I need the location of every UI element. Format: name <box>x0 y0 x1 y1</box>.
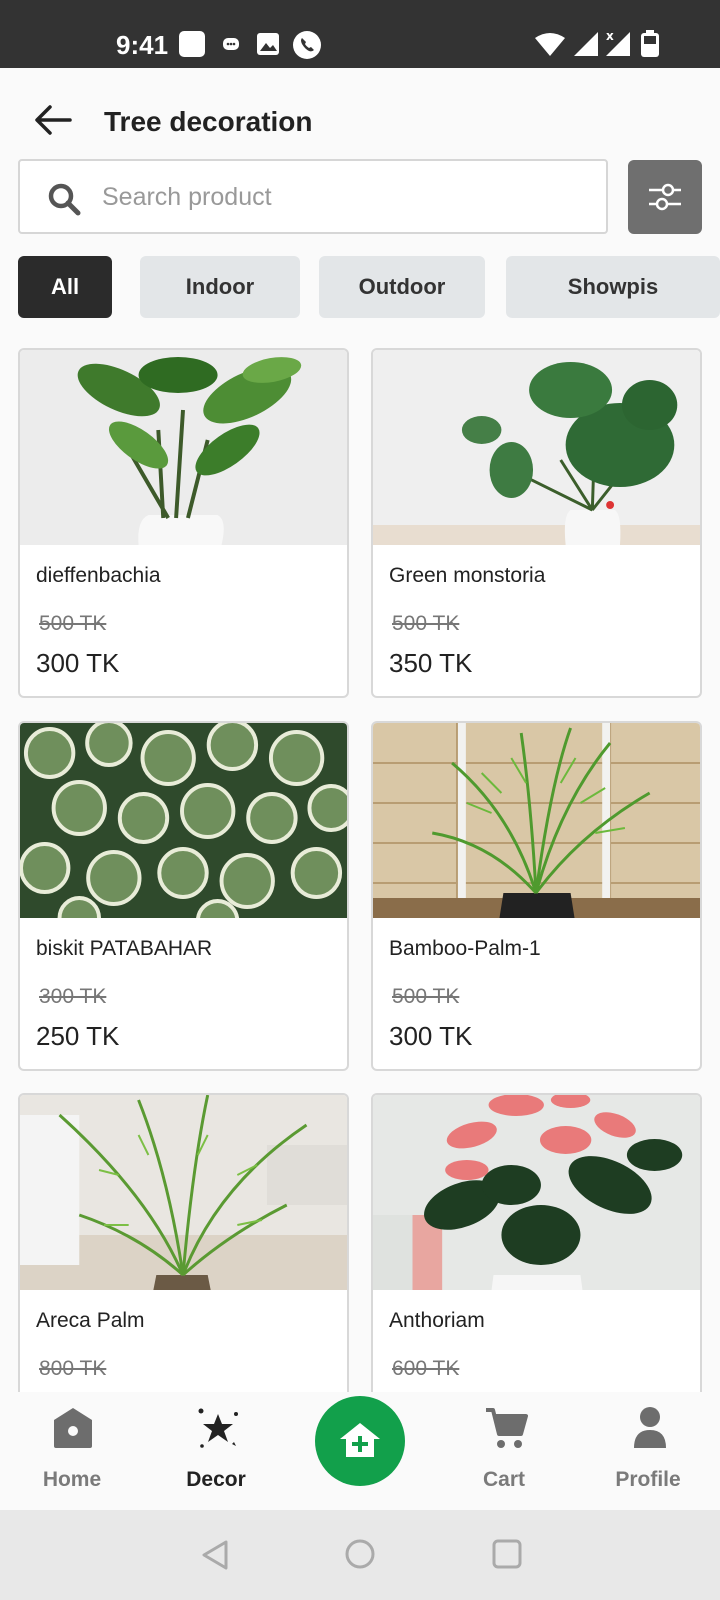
product-card[interactable]: Green monstoria 500 TK 350 TK <box>371 348 702 698</box>
home-circle-icon[interactable] <box>343 1537 377 1571</box>
chip-all[interactable]: All <box>18 256 112 318</box>
nav-decor[interactable]: Decor <box>156 1406 276 1506</box>
nav-profile[interactable]: Profile <box>588 1406 708 1506</box>
product-name: Anthoriam <box>389 1309 485 1332</box>
chip-indoor[interactable]: Indoor <box>140 256 300 318</box>
product-price: 250 TK <box>36 1021 120 1051</box>
sliders-icon <box>649 183 681 211</box>
product-card[interactable]: dieffenbachia 500 TK 300 TK <box>18 348 349 698</box>
product-card[interactable]: Bamboo-Palm-1 500 TK 300 TK <box>371 721 702 1071</box>
status-bar: 9:41 x <box>0 0 720 68</box>
top-app-bar: Tree decoration <box>0 68 720 158</box>
product-image-green-monstoria <box>373 350 700 545</box>
nav-decor-label: Decor <box>186 1468 246 1491</box>
product-card[interactable]: Anthoriam 600 TK <box>371 1093 702 1392</box>
product-image-areca-palm <box>20 1095 347 1290</box>
search-box[interactable] <box>18 159 608 234</box>
product-old-price: 500 TK <box>392 985 460 1008</box>
svg-text:x: x <box>606 30 614 43</box>
product-name: Bamboo-Palm-1 <box>389 937 541 960</box>
cart-icon <box>486 1408 528 1448</box>
nav-cart[interactable]: Cart <box>444 1406 564 1506</box>
nav-home-label: Home <box>42 1468 102 1491</box>
wifi-icon <box>535 33 565 56</box>
product-card[interactable]: biskit PATABAHAR 300 TK 250 TK <box>18 721 349 1071</box>
search-input[interactable] <box>102 175 582 219</box>
product-name: dieffenbachia <box>36 564 161 587</box>
product-price: 350 TK <box>389 648 473 678</box>
phone-icon <box>293 31 321 59</box>
search-icon <box>48 183 81 216</box>
product-price: 300 TK <box>36 648 120 678</box>
profile-icon <box>634 1407 666 1448</box>
nav-home[interactable]: Home <box>12 1406 132 1506</box>
product-old-price: 300 TK <box>39 985 107 1008</box>
product-name: Areca Palm <box>36 1309 145 1332</box>
product-old-price: 600 TK <box>392 1357 460 1380</box>
product-image-biskit-patabahar <box>20 723 347 918</box>
product-old-price: 500 TK <box>392 612 460 635</box>
image-icon <box>257 33 279 55</box>
product-name: biskit PATABAHAR <box>36 937 213 960</box>
product-image-anthoriam <box>373 1095 700 1290</box>
nav-cart-label: Cart <box>482 1468 525 1491</box>
signal-icon <box>574 32 598 56</box>
signal-x-icon: x <box>606 30 630 56</box>
back-triangle-icon[interactable] <box>198 1538 232 1572</box>
page-title: Tree decoration <box>104 106 313 137</box>
add-home-fab[interactable] <box>315 1396 405 1486</box>
product-card[interactable]: Areca Palm 800 TK <box>18 1093 349 1392</box>
product-grid: dieffenbachia 500 TK 300 TK Green monsto… <box>0 348 720 1392</box>
chip-showpis[interactable]: Showpis <box>506 256 720 318</box>
product-old-price: 500 TK <box>39 612 107 635</box>
add-home-icon <box>340 1423 380 1457</box>
square-icon <box>179 31 205 57</box>
product-name: Green monstoria <box>389 564 546 587</box>
product-price: 300 TK <box>389 1021 473 1051</box>
decor-stars-icon <box>198 1408 238 1448</box>
recents-square-icon[interactable] <box>490 1537 524 1571</box>
product-old-price: 800 TK <box>39 1357 107 1380</box>
home-icon <box>54 1408 92 1448</box>
product-image-bamboo-palm <box>373 723 700 918</box>
battery-icon <box>641 30 659 57</box>
status-time: 9:41 <box>116 30 169 60</box>
product-image-dieffenbachia <box>20 350 347 545</box>
chip-outdoor[interactable]: Outdoor <box>319 256 485 318</box>
system-nav-bar <box>0 1510 720 1600</box>
back-arrow-icon[interactable] <box>30 98 74 142</box>
category-chips: All Indoor Outdoor Showpis <box>18 256 720 320</box>
message-icon <box>223 38 239 50</box>
filter-button[interactable] <box>628 160 702 234</box>
nav-profile-label: Profile <box>615 1468 681 1491</box>
